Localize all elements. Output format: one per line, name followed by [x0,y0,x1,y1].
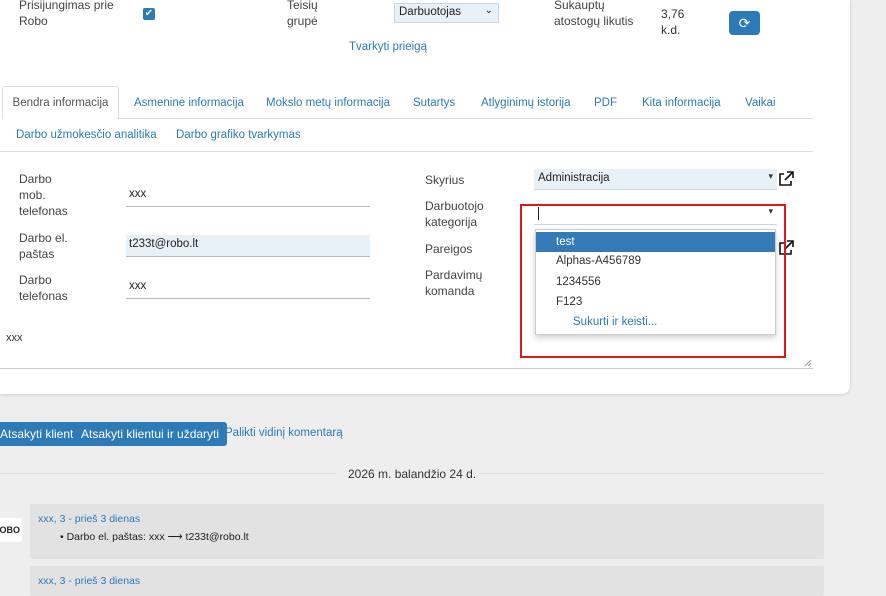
refresh-button[interactable]: ⟳ [729,11,760,35]
entry-author[interactable]: xxx, 3 [38,513,65,525]
refresh-icon: ⟳ [738,15,751,31]
tab-other-info[interactable]: Kita informacija [642,95,721,111]
entry-time: - prieš 3 dienas [65,513,141,525]
email-field[interactable]: t233t@robo.lt [126,235,370,257]
tab-pdf[interactable]: PDF [594,95,617,111]
timeline-date: 2026 m. balandžio 24 d. [348,467,477,481]
login-label: Prisijungimas prie Robo [19,0,114,28]
avatar: ROBO [0,518,22,542]
tab-salary-history[interactable]: Atlyginimų istorija [481,95,570,111]
highlight-annotation [520,204,786,358]
notes-textarea[interactable]: xxx [6,332,23,344]
tab-children[interactable]: Vaikai [745,95,775,111]
entry-header: xxx, 3 - prieš 3 dienas [38,575,140,587]
login-checkbox[interactable]: ✔ [143,8,155,20]
rights-group-value: Darbuotojas [399,6,462,18]
department-select[interactable]: Administracija ▾ [534,169,777,190]
entry-author[interactable]: xxx, 3 [38,575,65,587]
textarea-border [0,368,813,369]
entry-header: xxx, 3 - prieš 3 dienas [38,513,140,525]
reply-close-button[interactable]: Atsakyti klientui ir uždaryti [73,422,228,446]
tab-salary-analytics[interactable]: Darbo užmokesčio analitika [16,127,157,143]
email-label: Darbo el. paštas [19,231,68,261]
chevron-down-icon: ⌄ [484,5,493,16]
department-value: Administracija [538,172,610,184]
employee-card: Prisijungimas prie Robo ✔ Teisių grupė D… [0,0,850,394]
bullet-icon: • [60,531,67,543]
department-label: Skyrius [425,173,465,187]
timeline-entry: xxx, 3 - prieš 3 dienas [30,566,824,596]
tab-contracts[interactable]: Sutartys [413,95,455,111]
tab-schedule[interactable]: Darbo grafiko tvarkymas [176,127,301,143]
caret-down-icon: ▾ [768,171,773,181]
phone-label: Darbo telefonas [19,273,68,303]
position-label: Pareigos [425,242,473,256]
tab-school-year[interactable]: Mokslo metų informacija [266,95,390,111]
rights-group-label: Teisių grupė [287,0,318,28]
internal-comment-link[interactable]: Palikti vidinį komentarą [225,427,343,439]
vacation-value: 3,76 [661,7,685,21]
vacation-label: Sukauptų atostogų likutis [554,0,634,28]
vacation-unit: k.d. [661,23,681,37]
tab-personal[interactable]: Asmeninė informacija [134,95,244,111]
tab-bar-line [119,118,813,119]
phone-field[interactable]: xxx [126,277,370,299]
mobile-label: Darbo mob. telefonas [19,172,68,218]
resize-handle-icon[interactable] [804,359,812,367]
tab-second-row-line [0,151,813,152]
mobile-field[interactable]: xxx [126,185,370,207]
entry-change-text: Darbo el. paštas: xxx ⟶ t233t@robo.lt [66,531,249,543]
category-label: Darbuotojo kategorija [425,199,484,229]
date-separator-line [0,473,336,474]
external-link-icon[interactable] [778,171,794,187]
avatar-text: ROBO [0,525,20,535]
timeline-entry: xxx, 3 - prieš 3 dienas • Darbo el. pašt… [30,504,824,559]
sales-team-label: Pardavimų komanda [425,268,483,298]
entry-change-line: • Darbo el. paštas: xxx ⟶ t233t@robo.lt [60,531,249,543]
entry-time: - prieš 3 dienas [65,575,141,587]
tab-general[interactable]: Bendra informacija [2,86,119,119]
rights-group-select[interactable]: Darbuotojas ⌄ [394,3,499,23]
edit-access-link[interactable]: Tvarkyti prieigą [349,41,427,53]
date-separator-line [479,473,824,474]
